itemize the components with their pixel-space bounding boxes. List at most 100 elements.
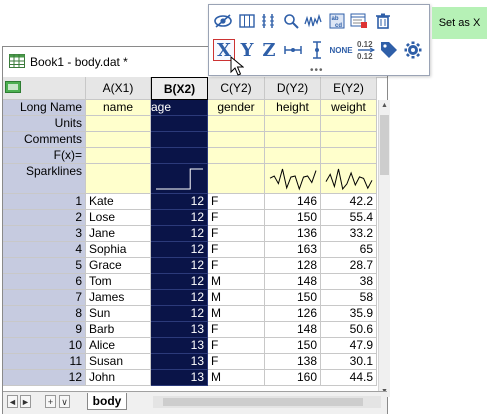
data-cell-gender[interactable]: M (208, 306, 265, 322)
data-cell-age[interactable]: 13 (151, 322, 208, 338)
meta-cell[interactable] (265, 116, 321, 132)
row-number[interactable]: 11 (3, 354, 86, 370)
row-number[interactable]: 5 (3, 258, 86, 274)
data-cell-height[interactable]: 136 (265, 226, 321, 242)
data-cell-height[interactable]: 150 (265, 210, 321, 226)
sparkline-icon[interactable] (303, 11, 323, 31)
meta-cell[interactable] (265, 164, 321, 194)
data-cell-age[interactable]: 12 (151, 210, 208, 226)
meta-cell[interactable] (321, 116, 377, 132)
data-cell-age[interactable]: 12 (151, 242, 208, 258)
sort-column-icon[interactable] (259, 11, 279, 31)
data-cell-age[interactable]: 13 (151, 354, 208, 370)
meta-cell[interactable]: name (86, 100, 151, 116)
data-cell-gender[interactable]: M (208, 290, 265, 306)
scroll-up-icon[interactable]: ▲ (381, 102, 388, 109)
meta-cell[interactable] (86, 116, 151, 132)
column-header-1[interactable]: A(X1) (86, 77, 151, 100)
data-cell-height[interactable]: 150 (265, 290, 321, 306)
data-cell-height[interactable]: 138 (265, 354, 321, 370)
data-cell-gender[interactable]: F (208, 210, 265, 226)
data-cell-height[interactable]: 126 (265, 306, 321, 322)
column-header-4[interactable]: D(Y2) (265, 77, 321, 100)
data-cell-weight[interactable]: 35.9 (321, 306, 377, 322)
data-cell-weight[interactable]: 44.5 (321, 370, 377, 386)
row-number[interactable]: 8 (3, 306, 86, 322)
data-cell-gender[interactable]: F (208, 194, 265, 210)
meta-cell[interactable] (86, 164, 151, 194)
data-cell-age[interactable]: 12 (151, 194, 208, 210)
set-as-z-button[interactable]: Z (259, 40, 279, 61)
meta-cell[interactable] (208, 148, 265, 164)
add-sheet-button[interactable]: + (45, 395, 56, 408)
data-cell-gender[interactable]: F (208, 322, 265, 338)
settings-gear-icon[interactable] (403, 40, 423, 60)
sheet-list-button[interactable]: ∨ (59, 395, 70, 408)
row-number[interactable]: 9 (3, 322, 86, 338)
data-cell-weight[interactable]: 65 (321, 242, 377, 258)
data-cell-gender[interactable]: M (208, 274, 265, 290)
sheet-tab-body[interactable]: body (87, 393, 127, 410)
meta-cell[interactable] (321, 148, 377, 164)
hide-column-icon[interactable] (213, 11, 233, 31)
meta-cell[interactable] (151, 148, 208, 164)
meta-row-label[interactable]: Units (3, 116, 86, 132)
column-header-5[interactable]: E(Y2) (321, 77, 377, 100)
meta-row-label[interactable]: Long Name (3, 100, 86, 116)
meta-cell[interactable] (265, 148, 321, 164)
y-error-icon[interactable] (307, 40, 327, 60)
data-cell-weight[interactable]: 55.4 (321, 210, 377, 226)
row-number[interactable]: 12 (3, 370, 86, 386)
data-cell-weight[interactable]: 50.6 (321, 322, 377, 338)
row-number[interactable]: 1 (3, 194, 86, 210)
horizontal-scrollbar[interactable] (153, 396, 381, 408)
data-cell-height[interactable]: 163 (265, 242, 321, 258)
meta-cell[interactable] (151, 164, 208, 194)
data-cell-age[interactable]: 12 (151, 306, 208, 322)
scrollbar-thumb[interactable] (380, 115, 389, 175)
data-cell-weight[interactable]: 58 (321, 290, 377, 306)
prev-sheet-button[interactable]: ◄ (7, 395, 18, 408)
data-cell-name[interactable]: Grace (86, 258, 151, 274)
set-as-none-button[interactable]: NONE (329, 40, 353, 60)
data-cell-name[interactable]: Barb (86, 322, 151, 338)
meta-cell[interactable] (151, 132, 208, 148)
data-cell-gender[interactable]: F (208, 354, 265, 370)
data-cell-age[interactable]: 12 (151, 226, 208, 242)
data-cell-age[interactable]: 13 (151, 370, 208, 386)
row-number[interactable]: 6 (3, 274, 86, 290)
data-cell-weight[interactable]: 42.2 (321, 194, 377, 210)
vertical-scrollbar[interactable]: ▲ ▼ (378, 100, 390, 397)
data-cell-name[interactable]: John (86, 370, 151, 386)
delete-column-icon[interactable] (373, 11, 393, 31)
search-icon[interactable] (281, 11, 301, 31)
meta-cell[interactable] (208, 116, 265, 132)
data-cell-weight[interactable]: 47.9 (321, 338, 377, 354)
data-cell-name[interactable]: Sun (86, 306, 151, 322)
data-cell-height[interactable]: 148 (265, 322, 321, 338)
data-cell-weight[interactable]: 33.2 (321, 226, 377, 242)
meta-cell[interactable]: age (151, 100, 208, 116)
data-cell-name[interactable]: Tom (86, 274, 151, 290)
set-decimal-places-icon[interactable]: 0.12 0.12 (355, 39, 377, 61)
data-cell-height[interactable]: 160 (265, 370, 321, 386)
data-cell-gender[interactable]: F (208, 242, 265, 258)
data-cell-height[interactable]: 150 (265, 338, 321, 354)
meta-cell[interactable] (208, 132, 265, 148)
row-number[interactable]: 4 (3, 242, 86, 258)
meta-cell[interactable] (86, 132, 151, 148)
data-cell-name[interactable]: Kate (86, 194, 151, 210)
meta-cell[interactable]: height (265, 100, 321, 116)
meta-cell[interactable]: gender (208, 100, 265, 116)
next-sheet-button[interactable]: ► (20, 395, 31, 408)
data-cell-name[interactable]: Sophia (86, 242, 151, 258)
data-cell-gender[interactable]: F (208, 338, 265, 354)
column-format-icon[interactable]: ab cd (327, 11, 347, 31)
column-properties-icon[interactable] (349, 11, 369, 31)
meta-cell[interactable] (265, 132, 321, 148)
data-cell-gender[interactable]: M (208, 370, 265, 386)
meta-cell[interactable] (321, 164, 377, 194)
data-cell-height[interactable]: 128 (265, 258, 321, 274)
data-cell-height[interactable]: 148 (265, 274, 321, 290)
meta-cell[interactable]: weight (321, 100, 377, 116)
